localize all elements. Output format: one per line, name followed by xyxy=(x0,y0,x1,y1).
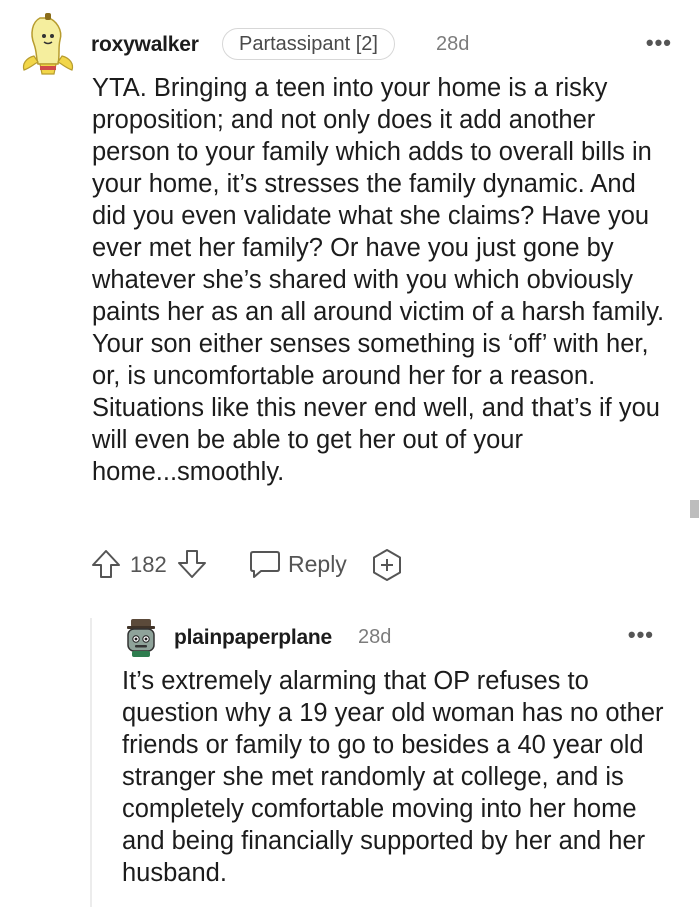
award-plus-icon xyxy=(373,549,401,581)
upvote-button[interactable] xyxy=(90,548,122,585)
downvote-button[interactable] xyxy=(176,548,208,585)
downvote-icon xyxy=(178,550,206,578)
scrollbar-thumb[interactable] xyxy=(690,500,699,518)
comment-action-bar: 182 Reply xyxy=(90,544,450,584)
reply-timestamp[interactable]: 28d xyxy=(358,626,391,649)
reply-header: plainpaperplane 28d ••• xyxy=(122,616,662,660)
thread-line[interactable] xyxy=(90,618,92,907)
reply-body: It’s extremely alarming that OP refuses … xyxy=(122,667,664,887)
comment-username[interactable]: roxywalker xyxy=(91,33,199,57)
reply-username[interactable]: plainpaperplane xyxy=(174,626,332,650)
comment-timestamp[interactable]: 28d xyxy=(436,33,469,56)
more-options-button[interactable]: ••• xyxy=(646,32,672,54)
reply-bubble-icon xyxy=(250,551,280,578)
banana-avatar-icon xyxy=(22,13,74,75)
reply-avatar[interactable] xyxy=(122,618,160,658)
user-flair: Partassipant [2] xyxy=(222,28,395,60)
reply-label[interactable]: Reply xyxy=(288,551,347,578)
robot-avatar-icon xyxy=(127,619,155,657)
vote-count: 182 xyxy=(130,552,167,577)
avatar[interactable] xyxy=(18,12,78,78)
award-button[interactable] xyxy=(370,548,404,587)
upvote-icon xyxy=(92,550,120,578)
comment-body: YTA. Bringing a teen into your home is a… xyxy=(92,74,665,486)
comment-header: roxywalker Partassipant [2] 28d ••• xyxy=(18,12,682,78)
reply-button[interactable] xyxy=(248,548,282,585)
reply-more-options-button[interactable]: ••• xyxy=(628,624,654,646)
